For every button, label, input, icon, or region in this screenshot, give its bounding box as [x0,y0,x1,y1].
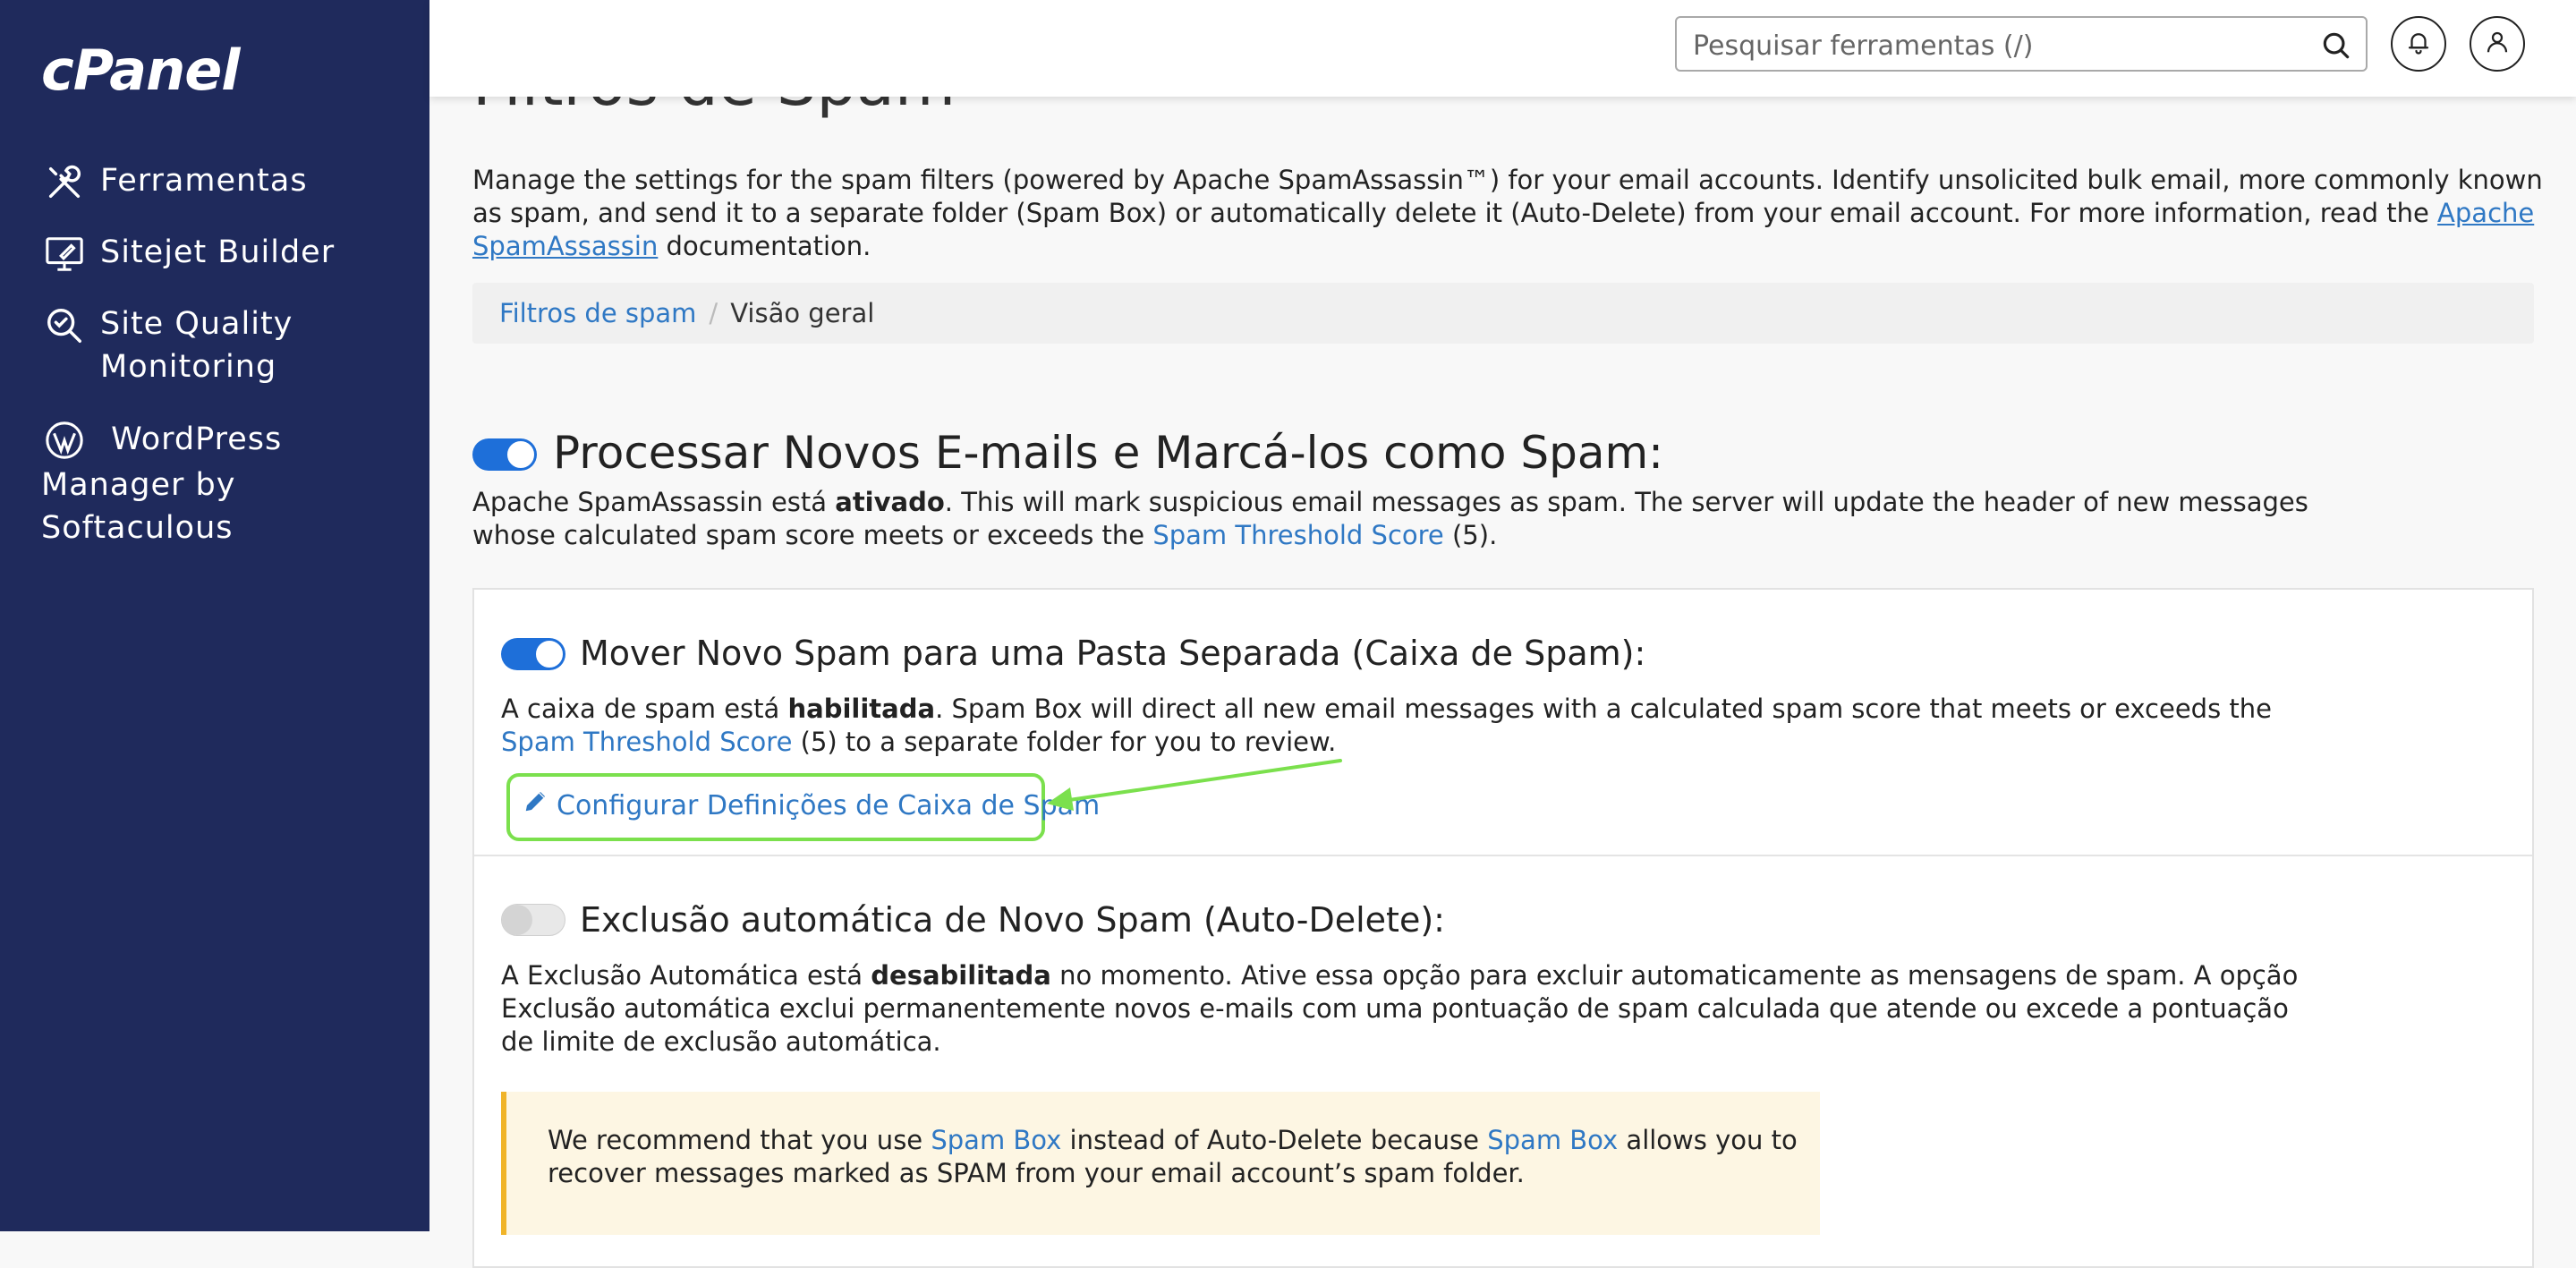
status-value: ativado [835,487,945,517]
breadcrumb-current: Visão geral [730,298,875,328]
search-icon[interactable] [2319,29,2353,63]
spam-threshold-link[interactable]: Spam Threshold Score [501,727,792,757]
breadcrumb-separator: / [709,298,718,328]
spam-box-title: Mover Novo Spam para uma Pasta Separada … [580,634,1646,673]
process-spam-toggle[interactable] [472,438,537,471]
spam-box-link[interactable]: Spam Box [931,1125,1061,1155]
breadcrumb-link-spam-filters[interactable]: Filtros de spam [499,298,696,328]
tools-icon [41,159,88,206]
notifications-button[interactable] [2391,16,2446,72]
sidebar-item-sitejet-builder[interactable]: Sitejet Builder [41,231,335,277]
search-box [1675,16,2368,72]
toggle-knob [502,905,532,935]
status-value: habilitada [787,694,936,724]
spam-box-text: A caixa de spam está habilitada. Spam Bo… [501,693,2326,759]
user-icon [2484,29,2511,59]
monitor-edit-icon [41,231,88,277]
toggle-knob [506,439,536,470]
notice-text: We recommend that you use Spam Box inste… [548,1124,1800,1190]
description-text: Manage the settings for the spam filters… [472,165,2543,228]
spam-threshold-link[interactable]: Spam Threshold Score [1152,520,1443,550]
page-description: Manage the settings for the spam filters… [472,164,2548,263]
magnifier-check-icon [41,302,88,349]
recommendation-notice: We recommend that you use Spam Box inste… [501,1092,1820,1235]
user-menu-button[interactable] [2470,16,2525,72]
status-text: . Spam Box will direct all new email mes… [935,694,2273,724]
cpanel-logo[interactable]: cPanel [41,38,241,103]
bell-icon [2405,29,2432,59]
toggle-knob [534,639,565,669]
auto-delete-title: Exclusão automática de Novo Spam (Auto-D… [580,900,1445,940]
status-text: Apache SpamAssassin está [472,487,836,517]
status-value: desabilitada [871,960,1051,991]
pencil-icon [523,787,557,824]
panel-divider [474,855,2532,856]
sidebar-item-label: Ferramentas [100,163,308,199]
sidebar: cPanel Ferramentas Sitejet Builder Site … [0,0,429,1231]
sidebar-item-label: Sitejet Builder [100,234,336,270]
breadcrumb: Filtros de spam / Visão geral [472,283,2534,344]
search-input[interactable] [1691,25,2303,66]
configure-spam-box-link[interactable]: Configurar Definições de Caixa de Spam [523,787,1100,824]
status-text: A Exclusão Automática está [501,960,871,991]
sidebar-item-site-quality-monitoring[interactable]: Site Quality Monitoring [41,302,310,388]
status-text: A caixa de spam está [501,694,788,724]
spam-box-toggle[interactable] [501,638,565,670]
wordpress-icon [41,417,88,464]
sidebar-item-ferramentas[interactable]: Ferramentas [41,159,308,206]
process-section-text: Apache SpamAssassin está ativado. This w… [472,486,2351,552]
top-bar [429,0,2576,97]
auto-delete-text: A Exclusão Automática está desabilitada … [501,959,2326,1059]
sidebar-item-wordpress-manager[interactable]: WordPress Manager by Softaculous [41,417,310,549]
configure-link-label: Configurar Definições de Caixa de Spam [557,789,1101,821]
status-text: (5). [1443,520,1498,550]
process-section-title: Processar Novos E-mails e Marcá-los como… [553,427,1664,479]
spam-box-link[interactable]: Spam Box [1487,1125,1618,1155]
sidebar-item-label: Site Quality Monitoring [100,306,293,385]
notice-text-part: We recommend that you use [548,1125,931,1155]
auto-delete-toggle[interactable] [501,904,565,936]
notice-text-part: instead of Auto-Delete because [1061,1125,1488,1155]
description-text: documentation. [658,231,871,261]
annotation-arrow [1047,759,1342,811]
